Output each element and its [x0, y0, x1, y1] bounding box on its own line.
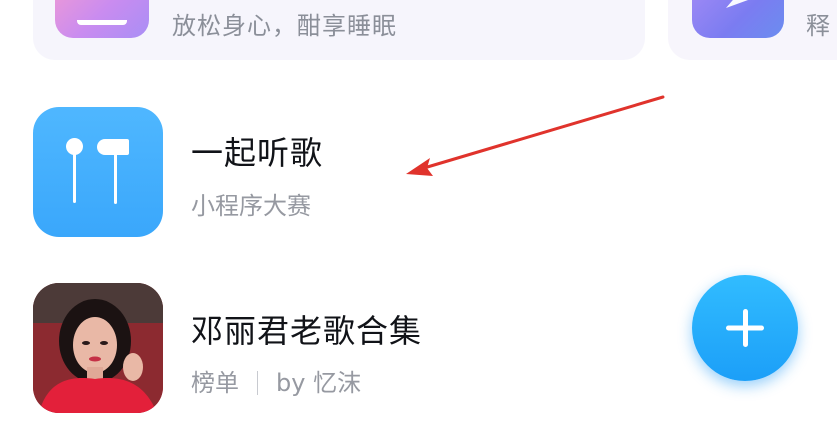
sleep-card-subtitle: 放松身心，酣享睡眠	[172, 12, 397, 40]
item-title: 邓丽君老歌合集	[191, 312, 423, 350]
relax-icon	[692, 0, 784, 38]
item-subtitle: 小程序大赛	[191, 192, 311, 220]
list-item[interactable]: 一起听歌 小程序大赛	[0, 100, 837, 240]
item-author: by 忆沫	[276, 369, 362, 397]
album-cover	[33, 283, 163, 413]
plus-icon	[726, 309, 764, 347]
add-button[interactable]	[692, 275, 798, 381]
earphones-icon	[33, 107, 163, 237]
subtitle-divider	[257, 371, 258, 395]
sleep-icon	[55, 0, 149, 38]
item-title: 一起听歌	[191, 134, 324, 172]
item-subtitle: 榜单 by 忆沫	[191, 363, 361, 398]
item-tag: 榜单	[191, 369, 239, 397]
relax-card-subtitle: 释	[806, 12, 831, 40]
